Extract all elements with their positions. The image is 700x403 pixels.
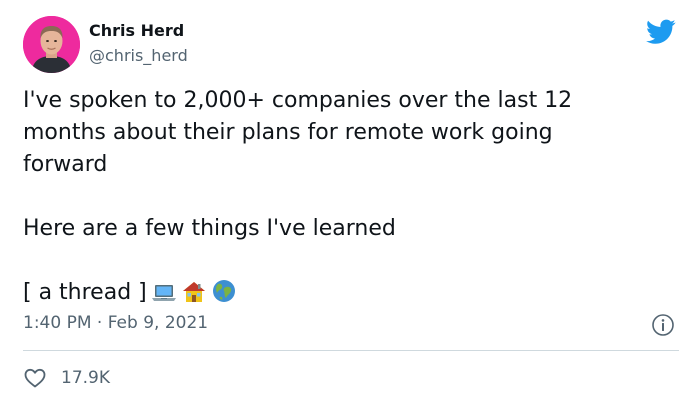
- tweet-line-thread: [ a thread ]: [23, 277, 673, 309]
- twitter-bird-icon[interactable]: [646, 19, 676, 45]
- tweet-text: I've spoken to 2,000+ companies over the…: [23, 85, 673, 309]
- divider: [23, 350, 679, 351]
- heart-icon: [24, 368, 46, 388]
- tweet-timestamp[interactable]: 1:40 PM · Feb 9, 2021: [23, 313, 208, 333]
- tweet-line: forward: [23, 152, 108, 177]
- globe-emoji: [211, 278, 237, 314]
- tweet-line: Here are a few things I've learned: [23, 216, 396, 241]
- author-handle[interactable]: @chris_herd: [89, 46, 188, 65]
- tweet-card: Chris Herd @chris_herd I've spoken to 2,…: [0, 0, 700, 403]
- like-button[interactable]: 17.9K: [23, 366, 110, 390]
- like-count: 17.9K: [61, 368, 110, 388]
- info-icon[interactable]: [651, 313, 675, 337]
- avatar-portrait: [23, 16, 80, 73]
- house-emoji: [181, 280, 207, 314]
- avatar[interactable]: [23, 16, 80, 73]
- laptop-emoji: [151, 282, 177, 314]
- tweet-line: months about their plans for remote work…: [23, 120, 553, 145]
- tweet-line: I've spoken to 2,000+ companies over the…: [23, 88, 573, 113]
- author-name[interactable]: Chris Herd: [89, 21, 184, 40]
- thread-label: [ a thread ]: [23, 280, 147, 305]
